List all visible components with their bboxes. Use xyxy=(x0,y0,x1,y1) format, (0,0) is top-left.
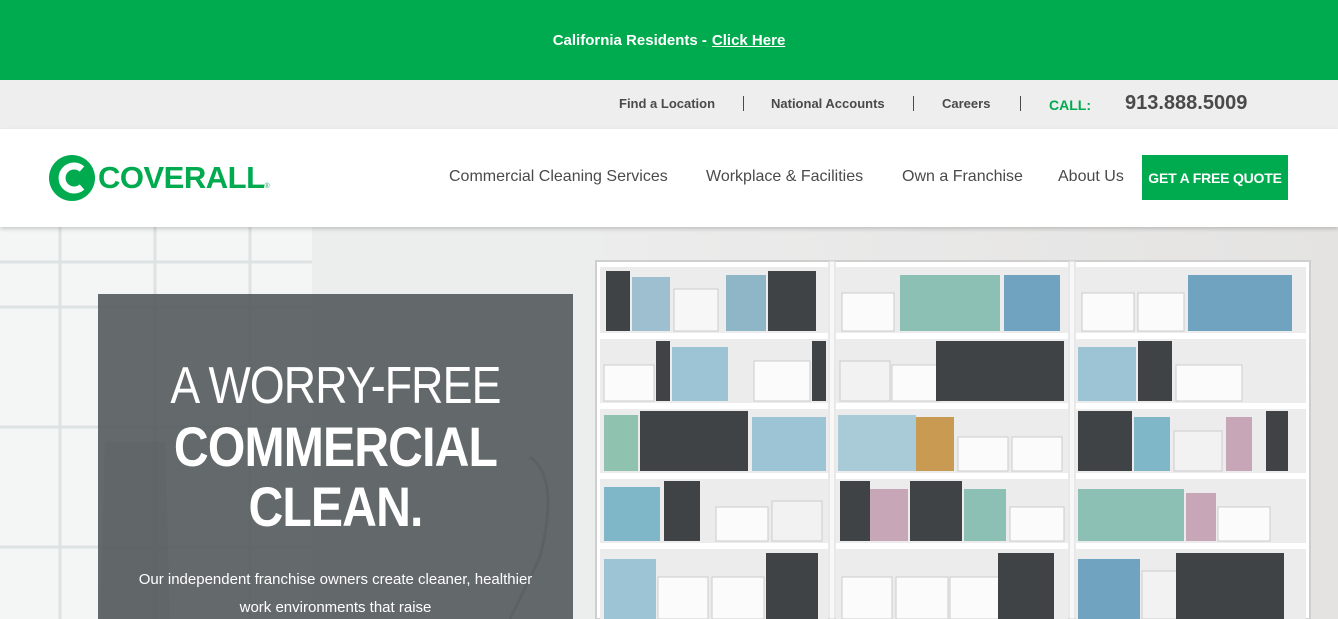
banner-text: California Residents - xyxy=(552,31,707,49)
hero-headline-line3: CLEAN. xyxy=(248,475,423,538)
find-location-link[interactable]: Find a Location xyxy=(619,96,715,111)
coverall-logo[interactable]: COVERALL ® xyxy=(48,154,276,202)
hero-headline-line1: A WORRY-FREE xyxy=(170,357,501,415)
nav-own-franchise[interactable]: Own a Franchise xyxy=(902,168,1023,186)
click-here-link[interactable]: Click Here xyxy=(712,32,785,49)
hero-subtitle: Our independent franchise owners create … xyxy=(138,571,533,616)
utility-divider xyxy=(913,96,914,111)
nav-about-us[interactable]: About Us xyxy=(1058,168,1124,186)
coverall-logo-icon xyxy=(49,155,95,201)
main-navigation: COVERALL ® Commercial Cleaning Services … xyxy=(0,129,1338,227)
nav-workplace-facilities[interactable]: Workplace & Facilities xyxy=(706,168,863,186)
utility-divider xyxy=(1020,96,1021,111)
call-label: CALL: xyxy=(1049,97,1091,113)
california-residents-banner: California Residents - Click Here xyxy=(0,0,1338,80)
careers-link[interactable]: Careers xyxy=(942,96,990,111)
hero-text-panel: A WORRY-FREE COMMERCIAL CLEAN. Our indep… xyxy=(98,294,573,619)
logo-wordmark: COVERALL xyxy=(98,160,265,195)
national-accounts-link[interactable]: National Accounts xyxy=(771,96,885,111)
nav-commercial-cleaning[interactable]: Commercial Cleaning Services xyxy=(449,168,668,186)
phone-number-link[interactable]: 913.888.5009 xyxy=(1125,92,1247,115)
hero-headline-line2: COMMERCIAL xyxy=(173,415,498,478)
utility-bar: Find a Location National Accounts Career… xyxy=(0,80,1338,129)
utility-divider xyxy=(743,96,744,111)
get-free-quote-button[interactable]: GET A FREE QUOTE xyxy=(1142,155,1288,200)
hero-section: A WORRY-FREE COMMERCIAL CLEAN. Our indep… xyxy=(0,227,1338,619)
registered-mark: ® xyxy=(264,183,270,190)
